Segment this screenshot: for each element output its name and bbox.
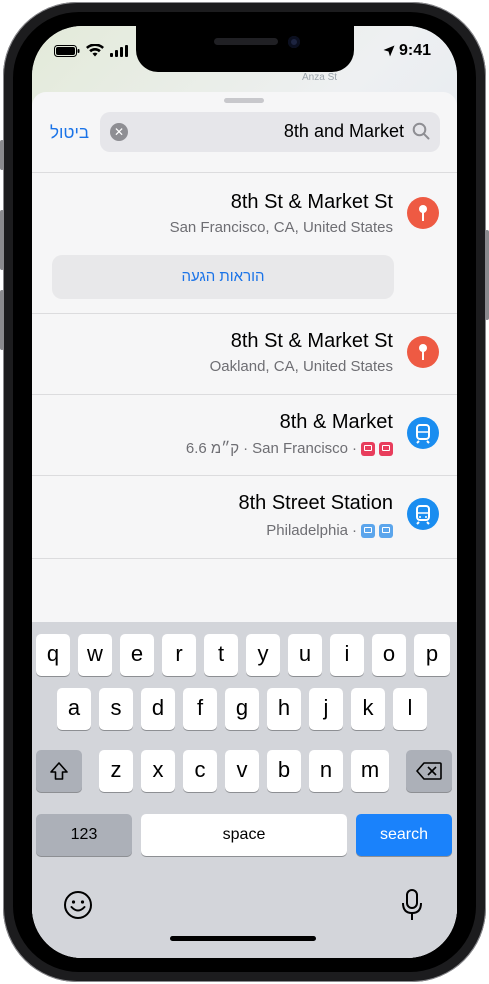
key-o[interactable]: o [372,634,406,676]
volume-down-button [0,290,4,350]
result-item[interactable]: 8th Street Station Philadelphia · [32,476,457,558]
home-indicator[interactable] [170,936,316,941]
battery-icon [54,44,80,57]
key-t[interactable]: t [204,634,238,676]
key-p[interactable]: p [414,634,450,676]
shift-key[interactable] [36,750,82,792]
notch [136,26,354,72]
result-title: 8th St & Market St [230,330,393,352]
result-title: 8th St & Market St [230,191,393,213]
directions-button[interactable]: הוראות הגעה [52,255,394,299]
result-distance: 6.6 ק״מ [185,440,240,457]
divider [32,558,457,559]
result-item[interactable]: 8th St & Market St San Francisco, CA, Un… [32,173,457,313]
key-m[interactable]: m [351,750,389,792]
front-camera [288,36,300,48]
bus-icon [361,441,375,456]
cancel-button[interactable]: ביטול [50,123,89,143]
key-w[interactable]: w [78,634,112,676]
key-q[interactable]: q [36,634,70,676]
result-subtitle: San Francisco, CA, United States [169,219,393,236]
key-f[interactable]: f [183,688,217,730]
wifi-icon [86,44,104,57]
key-u[interactable]: u [288,634,322,676]
delete-icon [416,762,442,780]
pin-icon [407,336,439,368]
clear-text-icon[interactable]: ✕ [110,123,128,141]
keyboard: q w e r t y u i o p a s d f g h j k l z … [32,622,457,958]
side-button [485,230,489,320]
result-subtitle: Oakland, CA, United States [209,358,393,375]
search-key[interactable]: search [356,814,452,856]
space-key[interactable]: space [141,814,347,856]
silent-switch [0,140,4,170]
subtitle-separator: · [243,440,249,457]
key-r[interactable]: r [162,634,196,676]
search-query-text: 8th and Market [283,121,404,141]
train-line-icon [379,523,393,538]
sheet-grabber[interactable] [224,98,264,103]
key-s[interactable]: s [99,688,133,730]
subtitle-separator: · [352,440,357,457]
search-icon [412,122,430,140]
status-time-area: 9:41 [383,42,431,60]
delete-key[interactable] [406,750,452,792]
key-l[interactable]: l [393,688,427,730]
result-subtitle: 6.6 ק״מ · San Francisco · [186,440,393,457]
pin-icon [407,197,439,229]
bus-icon [361,523,375,538]
key-n[interactable]: n [309,750,343,792]
results-list: 8th St & Market St San Francisco, CA, Un… [32,172,457,559]
key-i[interactable]: i [330,634,364,676]
key-y[interactable]: y [246,634,280,676]
tram-line-icon [379,441,393,456]
volume-up-button [0,210,4,270]
key-z[interactable]: z [99,750,133,792]
status-indicators [54,44,128,57]
microphone-icon[interactable] [400,888,424,922]
key-k[interactable]: k [351,688,385,730]
numbers-key[interactable]: 123 [36,814,132,856]
train-icon [407,498,439,530]
result-title: 8th & Market [279,411,393,433]
key-b[interactable]: b [267,750,301,792]
search-row: ביטול ✕ 8th and Market [32,112,457,156]
shift-icon [50,762,68,780]
tram-icon [407,417,439,449]
screen: Anza St 9:41 ביטול ✕ 8th and Market 8th … [32,26,457,958]
result-subtitle: Philadelphia · [266,522,393,539]
key-g[interactable]: g [225,688,259,730]
key-h[interactable]: h [267,688,301,730]
status-time: 9:41 [398,42,431,59]
key-x[interactable]: x [141,750,175,792]
key-a[interactable]: a [57,688,91,730]
location-arrow-icon [383,45,395,57]
emoji-icon[interactable] [62,889,94,921]
key-e[interactable]: e [120,634,154,676]
result-item[interactable]: 8th & Market 6.6 ק״מ · San Francisco · [32,395,457,475]
result-city: San Francisco [252,440,348,457]
key-d[interactable]: d [141,688,175,730]
speaker-grille [214,38,278,45]
subtitle-separator: · [352,522,357,539]
result-title: 8th Street Station [238,492,393,514]
result-city: Philadelphia [266,522,348,539]
search-input[interactable]: ✕ 8th and Market [100,112,440,152]
key-c[interactable]: c [183,750,217,792]
signal-icon [110,44,128,57]
key-v[interactable]: v [225,750,259,792]
key-j[interactable]: j [309,688,343,730]
result-item[interactable]: 8th St & Market St Oakland, CA, United S… [32,314,457,394]
